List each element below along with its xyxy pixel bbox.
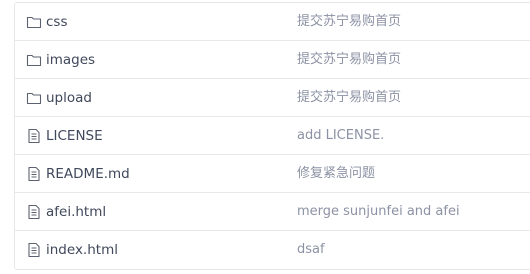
file-icon (28, 204, 40, 220)
commit-message[interactable]: 修复紧急问题 (297, 165, 375, 183)
folder-icon (26, 54, 42, 67)
file-name[interactable]: css (46, 13, 68, 31)
commit-message[interactable]: 提交苏宁易购首页 (297, 13, 401, 31)
file-name[interactable]: upload (46, 89, 92, 107)
file-list: css 提交苏宁易购首页 images 提交苏宁易购首页 upload 提交苏宁… (14, 2, 530, 270)
file-row-css[interactable]: css 提交苏宁易购首页 (15, 3, 530, 41)
commit-message[interactable]: dsaf (297, 241, 325, 259)
file-row-images[interactable]: images 提交苏宁易购首页 (15, 41, 530, 79)
commit-message[interactable]: 提交苏宁易购首页 (297, 89, 401, 107)
file-icon (28, 128, 40, 144)
commit-message[interactable]: 提交苏宁易购首页 (297, 51, 401, 69)
file-name[interactable]: images (46, 51, 95, 69)
file-name[interactable]: afei.html (46, 203, 106, 221)
file-row-license[interactable]: LICENSE add LICENSE. (15, 117, 530, 155)
file-row-readme[interactable]: README.md 修复紧急问题 (15, 155, 530, 193)
file-name[interactable]: index.html (46, 241, 118, 259)
file-row-index-html[interactable]: index.html dsaf (15, 231, 530, 269)
commit-message[interactable]: add LICENSE. (297, 127, 384, 145)
file-name[interactable]: README.md (46, 165, 130, 183)
commit-message[interactable]: merge sunjunfei and afei (297, 203, 460, 221)
file-icon (28, 166, 40, 182)
file-icon (28, 242, 40, 258)
file-row-upload[interactable]: upload 提交苏宁易购首页 (15, 79, 530, 117)
folder-icon (26, 92, 42, 105)
folder-icon (26, 16, 42, 29)
file-row-afei-html[interactable]: afei.html merge sunjunfei and afei (15, 193, 530, 231)
file-name[interactable]: LICENSE (46, 127, 103, 145)
